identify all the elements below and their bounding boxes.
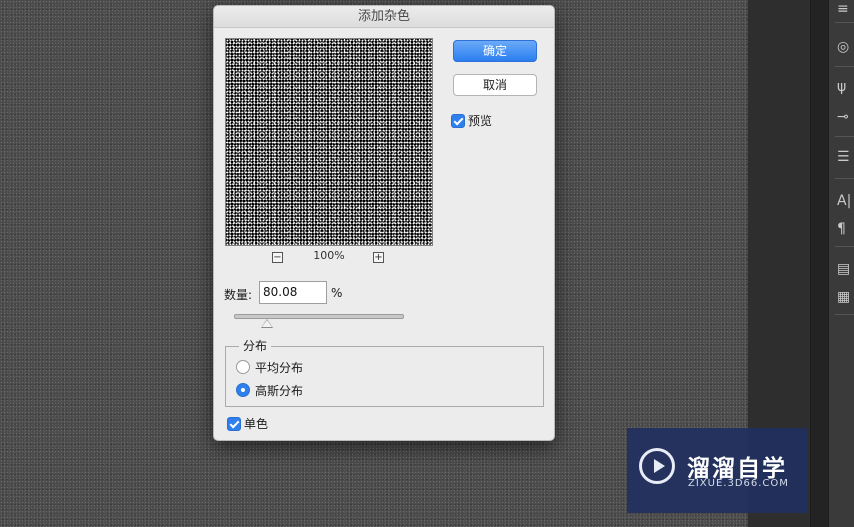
panels-toolbar: ≡ ◎ ψ ⊸ ☰ A| ¶ ▤ ▦	[828, 0, 854, 527]
noise-preview-image	[226, 39, 432, 245]
amount-slider-thumb[interactable]	[261, 319, 273, 328]
zoom-level: 100%	[313, 249, 345, 262]
uniform-radio[interactable]	[236, 360, 250, 374]
uniform-label: 平均分布	[255, 361, 304, 375]
amount-input[interactable]: 80.08	[259, 281, 327, 304]
brush-icon[interactable]: ψ	[837, 80, 854, 94]
toolbar-divider	[835, 136, 854, 137]
amount-label: 数量:	[224, 288, 253, 302]
brush-presets-icon[interactable]: ◎	[837, 40, 854, 54]
zoom-in-button[interactable]: +	[373, 252, 384, 263]
add-noise-dialog: 添加杂色 − 100% + 确定 取消 预览 数量: 80.08 % 分布 平均…	[213, 5, 555, 441]
toolbar-divider	[835, 66, 854, 67]
filter-preview[interactable]	[225, 38, 433, 246]
monochromatic-checkbox[interactable]	[227, 417, 241, 431]
toolbar-divider	[835, 314, 854, 315]
gaussian-label: 高斯分布	[255, 384, 304, 398]
stack-icon[interactable]: ☰	[837, 150, 854, 164]
layers-icon[interactable]: ≡	[837, 2, 854, 16]
gaussian-radio[interactable]	[236, 383, 250, 397]
toolbar-divider	[835, 246, 854, 247]
amount-unit: %	[331, 286, 343, 300]
dialog-title[interactable]: 添加杂色	[214, 6, 554, 28]
properties-icon[interactable]: ▦	[837, 290, 854, 304]
text-icon[interactable]: A|	[837, 194, 854, 208]
monochromatic-label: 单色	[244, 417, 269, 431]
watermark: 溜溜自学 ZIXUE.3D66.COM	[627, 428, 808, 513]
toolbar-divider	[835, 22, 854, 23]
adjustments-icon[interactable]: ⊸	[837, 110, 854, 124]
watermark-url: ZIXUE.3D66.COM	[688, 478, 789, 489]
amount-slider[interactable]	[234, 314, 404, 319]
notes-icon[interactable]: ▤	[837, 262, 854, 276]
panel-collapse-strip	[810, 0, 829, 527]
preview-checkbox[interactable]	[451, 114, 465, 128]
zoom-out-button[interactable]: −	[272, 252, 283, 263]
distribution-title: 分布	[239, 337, 272, 354]
paragraph-icon[interactable]: ¶	[837, 222, 854, 236]
ok-button[interactable]: 确定	[453, 40, 537, 62]
cancel-button[interactable]: 取消	[453, 74, 537, 96]
play-logo-icon	[639, 448, 675, 484]
preview-label: 预览	[468, 114, 493, 128]
toolbar-divider	[835, 178, 854, 179]
